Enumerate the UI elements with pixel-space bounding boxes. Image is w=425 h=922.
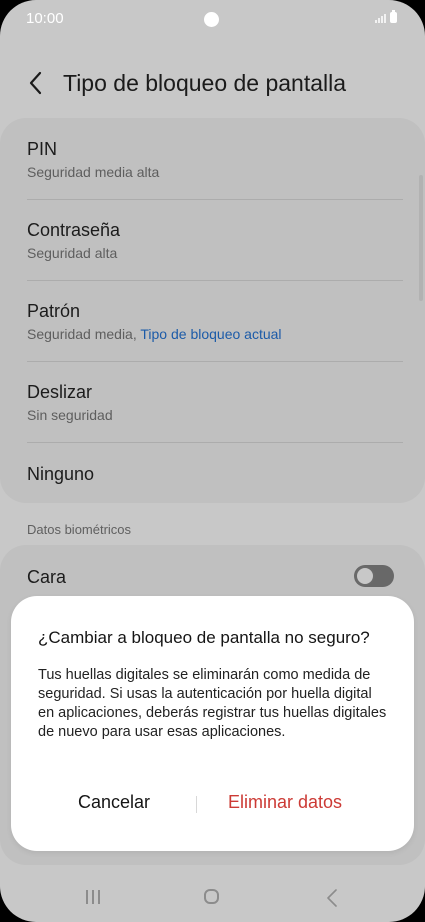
option-title: PIN: [27, 139, 58, 159]
battery-icon: [390, 10, 397, 23]
current-lock-badge: Tipo de bloqueo actual: [140, 326, 282, 342]
lock-option-password[interactable]: Contraseña Seguridad alta: [27, 220, 403, 261]
lock-option-none[interactable]: Ninguno: [27, 464, 403, 485]
option-subtitle-text: Seguridad media,: [27, 326, 141, 342]
option-title: Contraseña: [27, 220, 121, 240]
divider: [27, 280, 403, 281]
lock-option-pin[interactable]: PIN Seguridad media alta: [27, 139, 403, 180]
confirm-dialog: ¿Cambiar a bloqueo de pantalla no seguro…: [11, 596, 414, 851]
signal-icon: [375, 13, 386, 23]
toggle-knob: [355, 566, 375, 586]
nav-back-icon[interactable]: [324, 888, 340, 908]
status-icons: [375, 10, 397, 23]
face-toggle[interactable]: [354, 565, 394, 587]
divider: [27, 442, 403, 443]
option-title: Ninguno: [27, 464, 95, 484]
face-option-label[interactable]: Cara: [27, 567, 66, 588]
option-title: Patrón: [27, 301, 81, 321]
home-icon[interactable]: [204, 889, 219, 904]
lock-option-pattern[interactable]: Patrón Seguridad media, Tipo de bloqueo …: [27, 301, 403, 342]
status-time: 10:00: [26, 10, 64, 27]
divider: [27, 199, 403, 200]
option-subtitle: Seguridad alta: [27, 245, 118, 261]
dialog-title: ¿Cambiar a bloqueo de pantalla no seguro…: [38, 628, 370, 647]
navigation-bar: [0, 876, 425, 922]
option-title: Deslizar: [27, 382, 93, 402]
phone-screen: 10:00 Tipo de bloqueo de pantalla PIN Se…: [0, 0, 425, 922]
camera-cutout: [204, 12, 219, 27]
page-title: Tipo de bloqueo de pantalla: [63, 70, 347, 96]
option-subtitle: Seguridad media, Tipo de bloqueo actual: [27, 326, 403, 342]
back-arrow-icon[interactable]: [22, 68, 52, 98]
header: Tipo de bloqueo de pantalla: [0, 62, 425, 106]
delete-data-button[interactable]: Eliminar datos: [228, 792, 342, 813]
divider: [27, 361, 403, 362]
dialog-message: Tus huellas digitales se eliminarán como…: [38, 667, 387, 740]
lock-option-swipe[interactable]: Deslizar Sin seguridad: [27, 382, 403, 423]
option-subtitle: Sin seguridad: [27, 407, 113, 423]
recent-apps-icon[interactable]: [86, 890, 100, 904]
button-divider: [196, 796, 197, 813]
section-header-biometrics: Datos biométricos: [27, 522, 132, 537]
cancel-button[interactable]: Cancelar: [78, 792, 150, 813]
scrollbar[interactable]: [419, 175, 423, 301]
option-subtitle: Seguridad media alta: [27, 164, 160, 180]
status-bar: 10:00: [0, 0, 425, 38]
